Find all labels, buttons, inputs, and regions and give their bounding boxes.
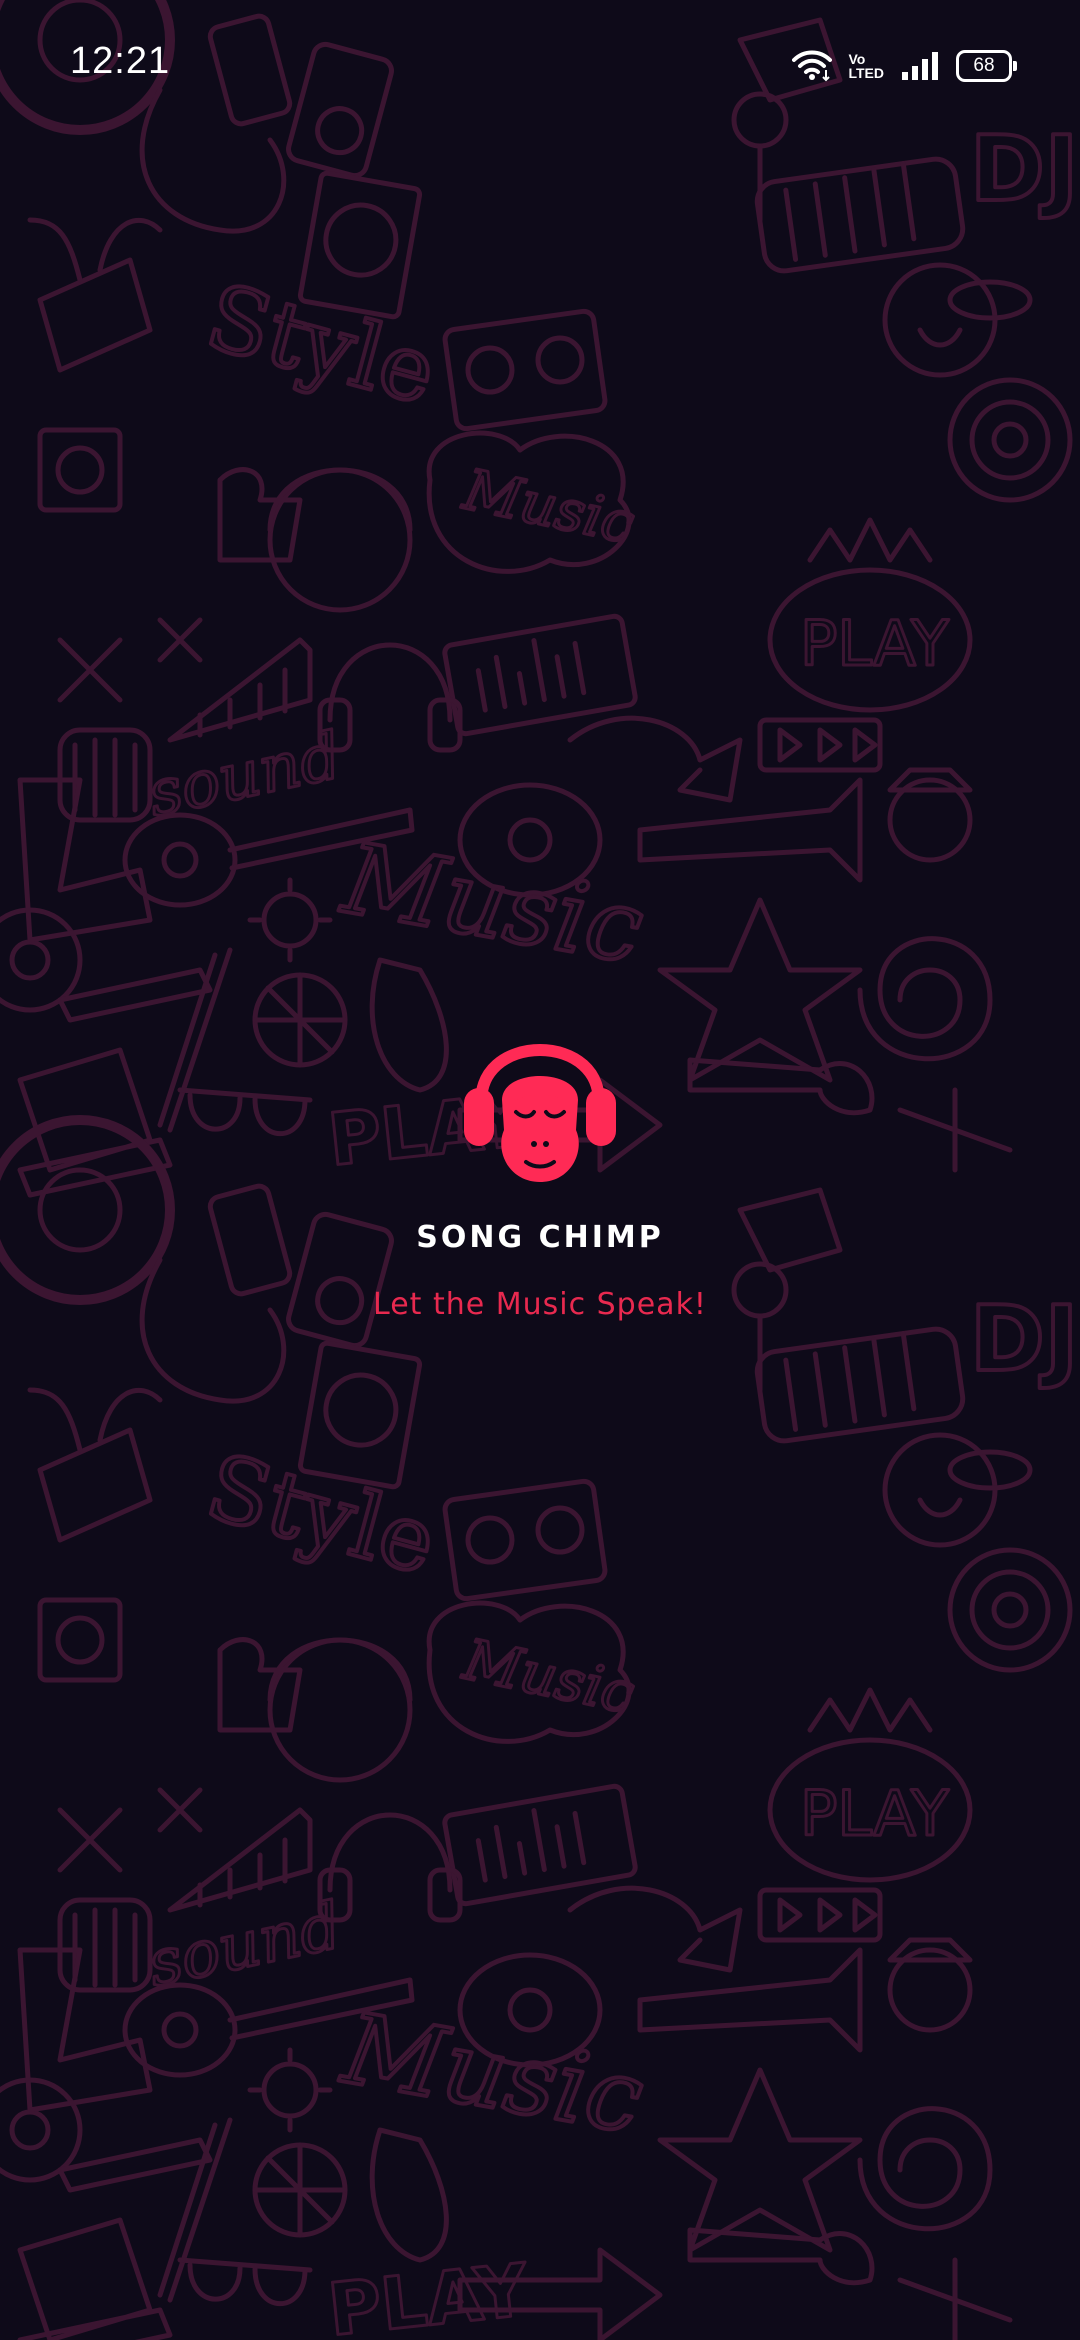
app-tagline: Let the Music Speak! [373, 1287, 707, 1322]
signal-icon [902, 52, 938, 80]
volte-top-label: Vo [848, 51, 866, 67]
wifi-icon [792, 50, 833, 82]
status-time: 12:21 [70, 40, 171, 82]
battery-icon: 68 [956, 50, 1017, 82]
status-icons: Vo LTED 68 [792, 48, 1017, 84]
chimp-headphones-logo [464, 1044, 616, 1182]
battery-level: 68 [973, 55, 995, 76]
splash-screen: Style DJ Music [0, 0, 1080, 2340]
volte-bottom-label: LTED [848, 65, 884, 81]
splash-brand: SONG CHIMP Let the Music Speak! [0, 1010, 1080, 1322]
volte-icon: Vo LTED [848, 52, 884, 80]
status-bar: 12:21 Vo LTED 68 [0, 0, 1080, 130]
app-name: SONG CHIMP [416, 1220, 664, 1255]
